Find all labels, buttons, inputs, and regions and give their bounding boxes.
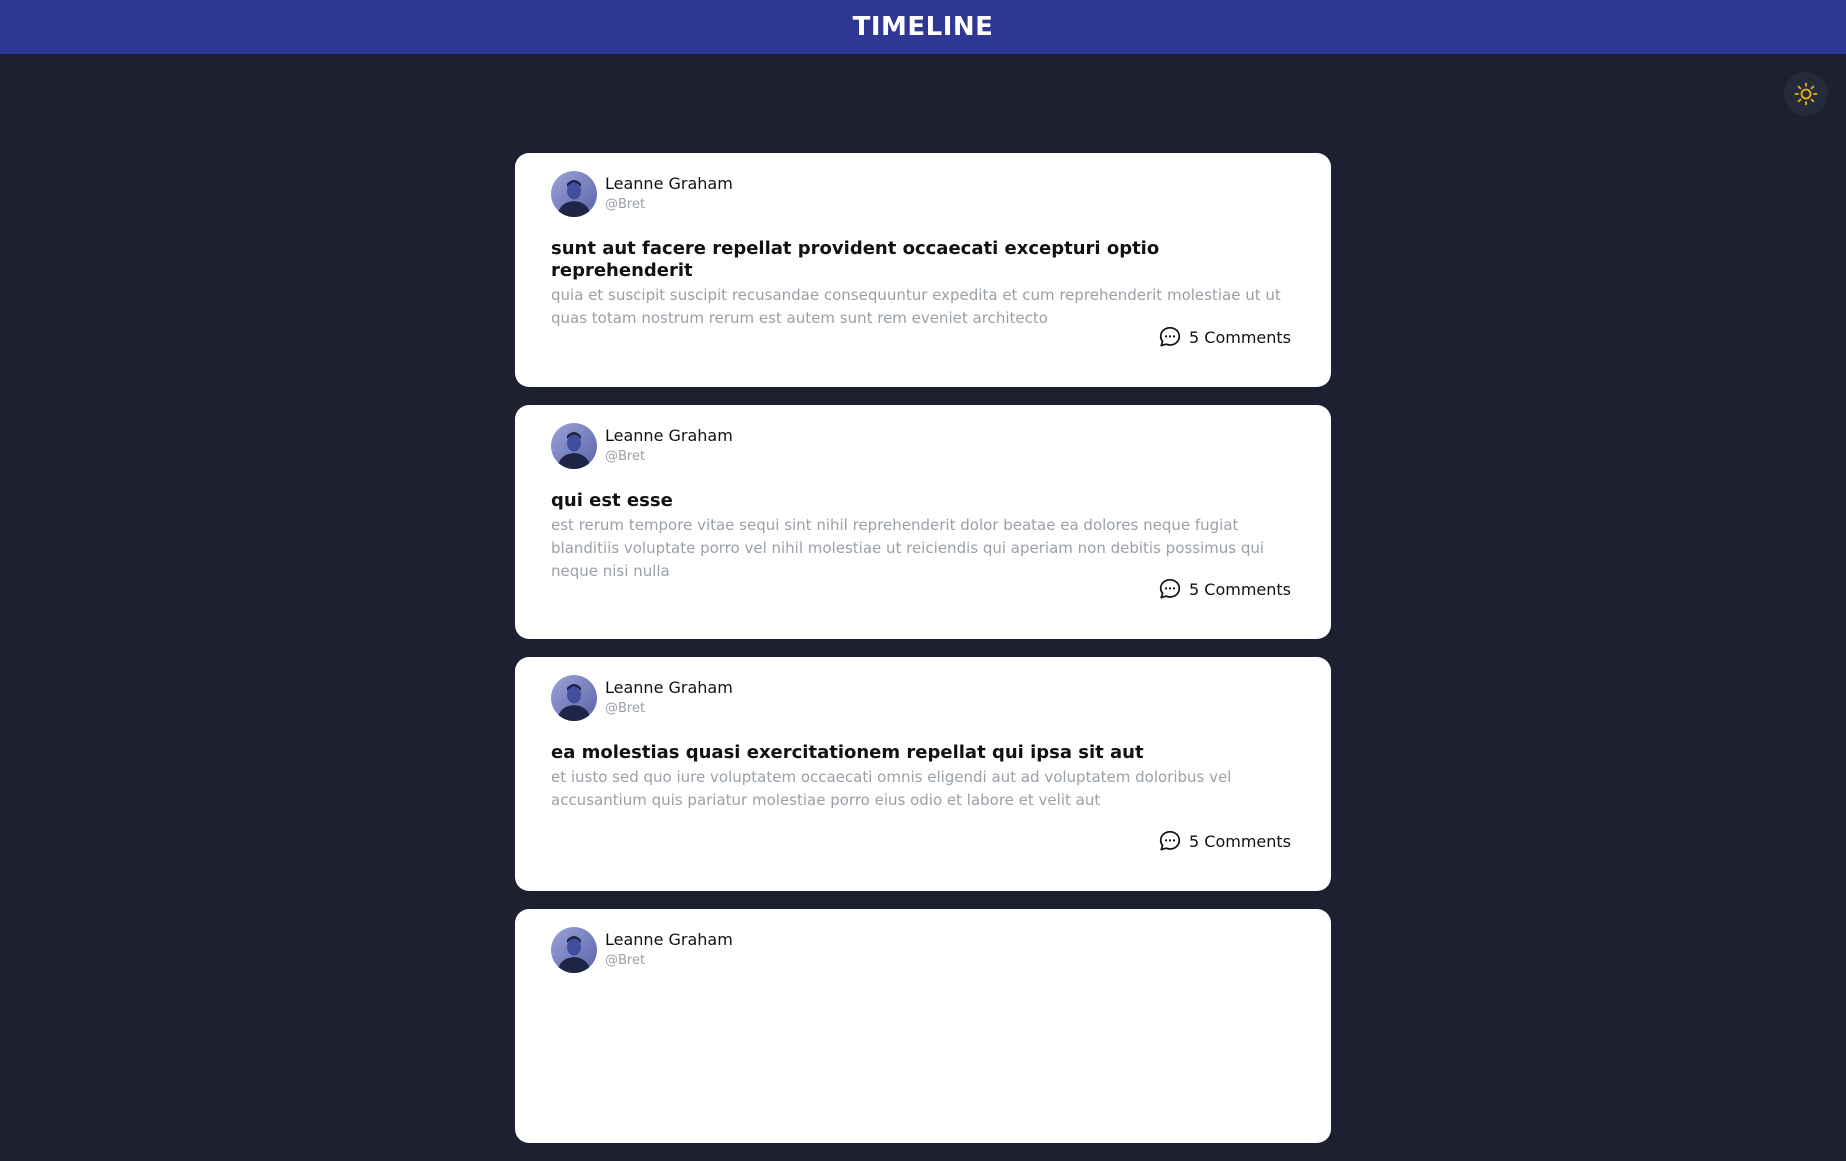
post-author[interactable]: Leanne Graham @Bret	[551, 171, 1291, 217]
post-title: qui est esse	[551, 490, 673, 511]
post-feed: Leanne Graham @Bret sunt aut facere repe…	[515, 153, 1331, 1161]
comments-count-label[interactable]: 5 Comments	[1189, 832, 1291, 851]
avatar[interactable]	[551, 171, 597, 217]
author-handle: @Bret	[605, 952, 646, 968]
sun-icon	[1794, 82, 1818, 106]
post-card: Leanne Graham @Bret qui est esse est rer…	[515, 405, 1331, 639]
author-name[interactable]: Leanne Graham	[605, 175, 733, 192]
post-author[interactable]: Leanne Graham @Bret	[551, 675, 1291, 721]
post-title: sunt aut facere repellat provident occae…	[551, 238, 1160, 281]
author-handle: @Bret	[605, 448, 646, 464]
post-body: est rerum tempore vitae sequi sint nihil…	[551, 516, 1265, 580]
app-header: TIMELINE	[0, 0, 1846, 54]
post-title: ea molestias quasi exercitationem repell…	[551, 742, 1144, 763]
comment-icon	[1159, 326, 1181, 347]
avatar[interactable]	[551, 927, 597, 973]
post-body: et iusto sed quo iure voluptatem occaeca…	[551, 768, 1232, 809]
post-body: quia et suscipit suscipit recusandae con…	[551, 286, 1281, 327]
author-name[interactable]: Leanne Graham	[605, 931, 733, 948]
post-card: Leanne Graham @Bret sunt aut facere repe…	[515, 153, 1331, 387]
page-title: TIMELINE	[852, 12, 994, 42]
author-handle: @Bret	[605, 700, 646, 716]
avatar[interactable]	[551, 675, 597, 721]
comments-count-label[interactable]: 5 Comments	[1189, 580, 1291, 599]
avatar[interactable]	[551, 423, 597, 469]
comment-icon	[1159, 578, 1181, 599]
author-handle: @Bret	[605, 196, 646, 212]
post-author[interactable]: Leanne Graham @Bret	[551, 423, 1291, 469]
post-card: Leanne Graham @Bret	[515, 909, 1331, 1143]
author-name[interactable]: Leanne Graham	[605, 427, 733, 444]
comments-count-label[interactable]: 5 Comments	[1189, 328, 1291, 347]
comments-button[interactable]: 5 Comments	[1158, 325, 1291, 349]
post-card: Leanne Graham @Bret ea molestias quasi e…	[515, 657, 1331, 891]
theme-toggle-button[interactable]	[1784, 72, 1828, 116]
comments-button[interactable]: 5 Comments	[1158, 829, 1291, 853]
author-name[interactable]: Leanne Graham	[605, 679, 733, 696]
comment-icon	[1159, 830, 1181, 851]
post-author[interactable]: Leanne Graham @Bret	[551, 927, 1291, 973]
comments-button[interactable]: 5 Comments	[1158, 577, 1291, 601]
